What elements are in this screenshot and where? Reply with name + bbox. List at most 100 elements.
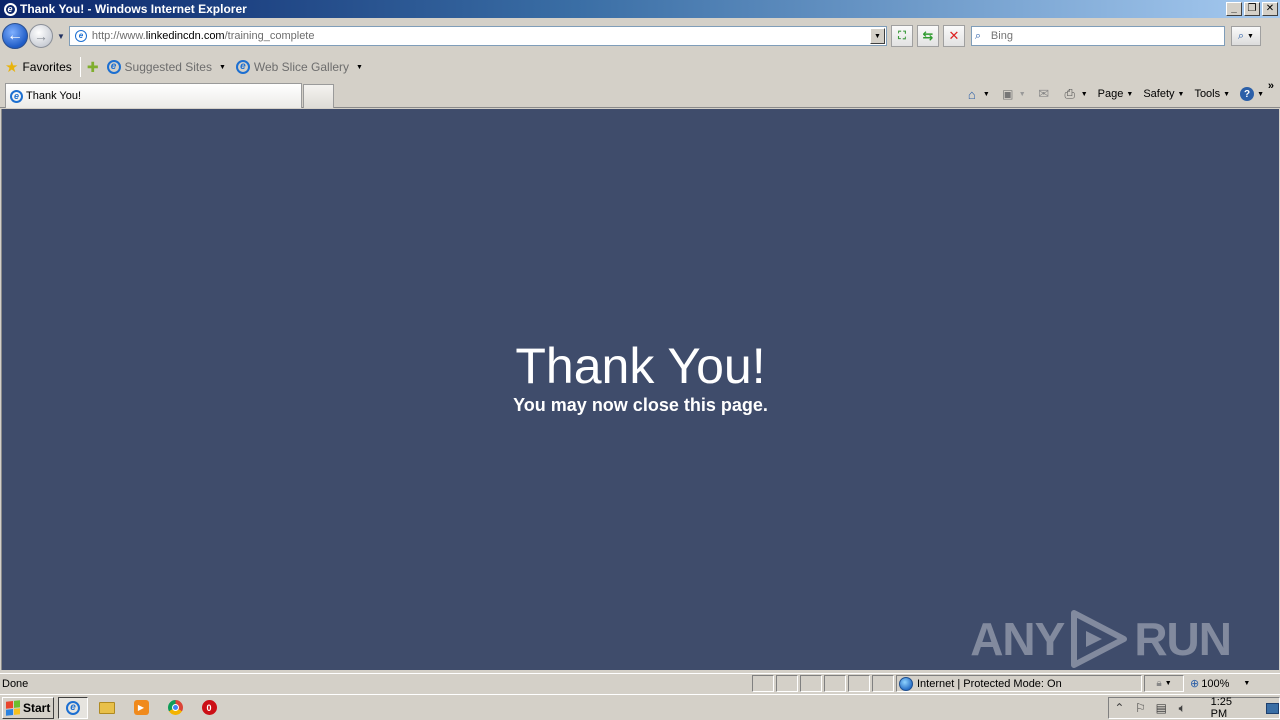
address-bar[interactable]: e http://www.linkedincdn.com/training_co… [68, 26, 887, 46]
compatibility-view-button[interactable]: ⛶ [890, 25, 913, 47]
back-arrow-icon: ← [7, 27, 23, 44]
command-bar: ⌂ ▼ ▣ ▼ ✉ ⎙ ▼ Page ▼ Safety ▼ Tools ▼ ? ▼ [954, 84, 1274, 104]
taskbar: Start e ▶ 0 ⌃ ⚐ ▤ 🔈︎ 1:25 PM [0, 694, 1280, 720]
page-icon: e [73, 28, 89, 44]
toolbar-overflow-icon[interactable]: » [1268, 80, 1274, 92]
action-center-flag-icon[interactable]: ⚐ [1130, 701, 1151, 715]
web-slice-gallery-link[interactable]: e Web Slice Gallery ▼ [235, 60, 363, 74]
security-zone[interactable]: Internet | Protected Mode: On [896, 675, 1142, 692]
read-mail-button[interactable]: ✉ [1036, 86, 1052, 102]
media-player-icon: ▶ [133, 700, 149, 715]
web-slice-gallery-label: Web Slice Gallery [253, 60, 350, 74]
tab-row: e Thank You! ⌂ ▼ ▣ ▼ ✉ ⎙ ▼ Page ▼ Safety ▼ To… [0, 80, 1280, 108]
status-cell [848, 675, 870, 692]
help-icon: ? [1240, 87, 1255, 101]
zoom-control[interactable]: ⊕ 100% ▼ [1186, 675, 1250, 692]
navigation-bar: ← → ▼ e http://www.linkedincdn.com/train… [0, 18, 1280, 54]
chevron-down-icon: ▼ [218, 63, 226, 71]
volume-icon[interactable]: 🔈︎ [1172, 701, 1193, 716]
internet-explorer-icon: e [66, 700, 80, 715]
watermark-left-text: ANY [970, 613, 1065, 665]
home-button[interactable]: ⌂ ▼ [964, 86, 990, 102]
tab-thank-you[interactable]: e Thank You! [5, 83, 302, 108]
print-button[interactable]: ⎙ ▼ [1062, 86, 1088, 102]
rss-feed-icon: ▣ [1002, 87, 1014, 101]
chevron-down-icon: ▼ [1257, 90, 1264, 98]
refresh-button[interactable]: ⇆ [916, 25, 939, 47]
status-cell [752, 675, 774, 692]
suggested-sites-link[interactable]: e Suggested Sites ▼ [106, 60, 226, 74]
stop-button[interactable]: ✕ [942, 25, 965, 47]
chevron-down-icon: ▼ [1243, 680, 1251, 687]
status-cell [776, 675, 798, 692]
tab-page-icon: e [10, 89, 23, 103]
protected-mode-button[interactable]: 🔒︎ ▼ [1144, 675, 1184, 692]
network-icon[interactable]: ▤ [1151, 701, 1172, 715]
taskbar-explorer-button[interactable] [92, 697, 122, 719]
chevron-down-icon: ▼ [1126, 90, 1134, 98]
search-options-dropdown[interactable]: ▼ [1247, 33, 1254, 40]
page-menu-label: Page [1097, 88, 1124, 100]
opera-icon: 0 [201, 700, 217, 715]
new-tab-button[interactable] [303, 84, 334, 108]
taskbar-ie-button[interactable]: e [58, 696, 88, 719]
taskbar-opera-button[interactable]: 0 [194, 697, 224, 719]
lock-icon: 🔒︎ [1156, 678, 1162, 689]
favorites-separator [79, 57, 81, 77]
favorites-bar: ★ Favorites ✚ e Suggested Sites ▼ e Web … [0, 54, 1280, 80]
show-hidden-icons-icon[interactable]: ⌃ [1109, 701, 1130, 715]
taskbar-media-player-button[interactable]: ▶ [126, 697, 156, 719]
zoom-level: 100% [1201, 677, 1230, 690]
show-desktop-icon[interactable] [1265, 702, 1279, 714]
help-menu[interactable]: ? ▼ [1240, 87, 1264, 101]
safety-menu-label: Safety [1143, 88, 1175, 100]
tools-menu-label: Tools [1194, 88, 1221, 100]
anyrun-watermark: ANY RUN [970, 609, 1232, 669]
title-bar: e Thank You! - Windows Internet Explorer… [0, 0, 1280, 18]
system-tray: ⌃ ⚐ ▤ 🔈︎ 1:25 PM [1108, 696, 1280, 720]
status-text: Done [2, 677, 29, 690]
ie-page-icon: e [235, 60, 250, 74]
back-button[interactable]: ← [2, 23, 28, 49]
search-box[interactable]: ⌕ [970, 26, 1225, 46]
chevron-down-icon: ▼ [1223, 90, 1231, 98]
add-to-favorites-icon[interactable]: ✚ [87, 60, 99, 74]
chrome-icon [167, 700, 183, 715]
page-subline: You may now close this page. [513, 395, 768, 415]
favorites-star-icon: ★ [5, 58, 19, 76]
restore-button[interactable]: ❐ [1244, 2, 1260, 16]
clock[interactable]: 1:25 PM [1211, 696, 1250, 720]
search-icon: ⌕ [974, 29, 982, 42]
start-label: Start [23, 700, 51, 715]
tab-label: Thank You! [26, 90, 82, 102]
chevron-down-icon: ▼ [356, 63, 363, 71]
minimize-button[interactable]: _ [1226, 2, 1242, 16]
recent-pages-dropdown[interactable]: ▼ [57, 32, 65, 41]
status-cell [824, 675, 846, 692]
window-controls: _ ❐ ✕ [1226, 2, 1278, 16]
feeds-button[interactable]: ▣ ▼ [1000, 86, 1026, 102]
close-button[interactable]: ✕ [1262, 2, 1278, 16]
safety-menu[interactable]: Safety ▼ [1143, 88, 1184, 100]
search-input[interactable] [990, 30, 1211, 42]
windows-logo-icon [6, 699, 20, 716]
address-url[interactable]: http://www.linkedincdn.com/training_comp… [92, 30, 870, 42]
tools-menu[interactable]: Tools ▼ [1194, 88, 1230, 100]
suggested-sites-label: Suggested Sites [124, 60, 212, 74]
address-dropdown-button[interactable]: ▼ [869, 28, 885, 44]
page-menu[interactable]: Page ▼ [1098, 88, 1134, 100]
status-cell [872, 675, 894, 692]
zoom-icon: ⊕ [1190, 678, 1200, 690]
printer-icon: ⎙ [1064, 86, 1075, 101]
chevron-down-icon: ▼ [1018, 90, 1026, 98]
magnifier-icon: ⌕ [1237, 29, 1245, 42]
taskbar-chrome-button[interactable] [160, 697, 190, 719]
start-button[interactable]: Start [2, 696, 54, 719]
favorites-label: Favorites [22, 60, 72, 74]
favorites-button[interactable]: ★ Favorites [5, 60, 72, 75]
status-cell [800, 675, 822, 692]
forward-arrow-icon: → [34, 28, 48, 44]
chevron-down-icon: ▼ [1164, 680, 1172, 687]
forward-button[interactable]: → [29, 24, 53, 48]
search-button[interactable]: ⌕ ▼ [1230, 26, 1261, 46]
